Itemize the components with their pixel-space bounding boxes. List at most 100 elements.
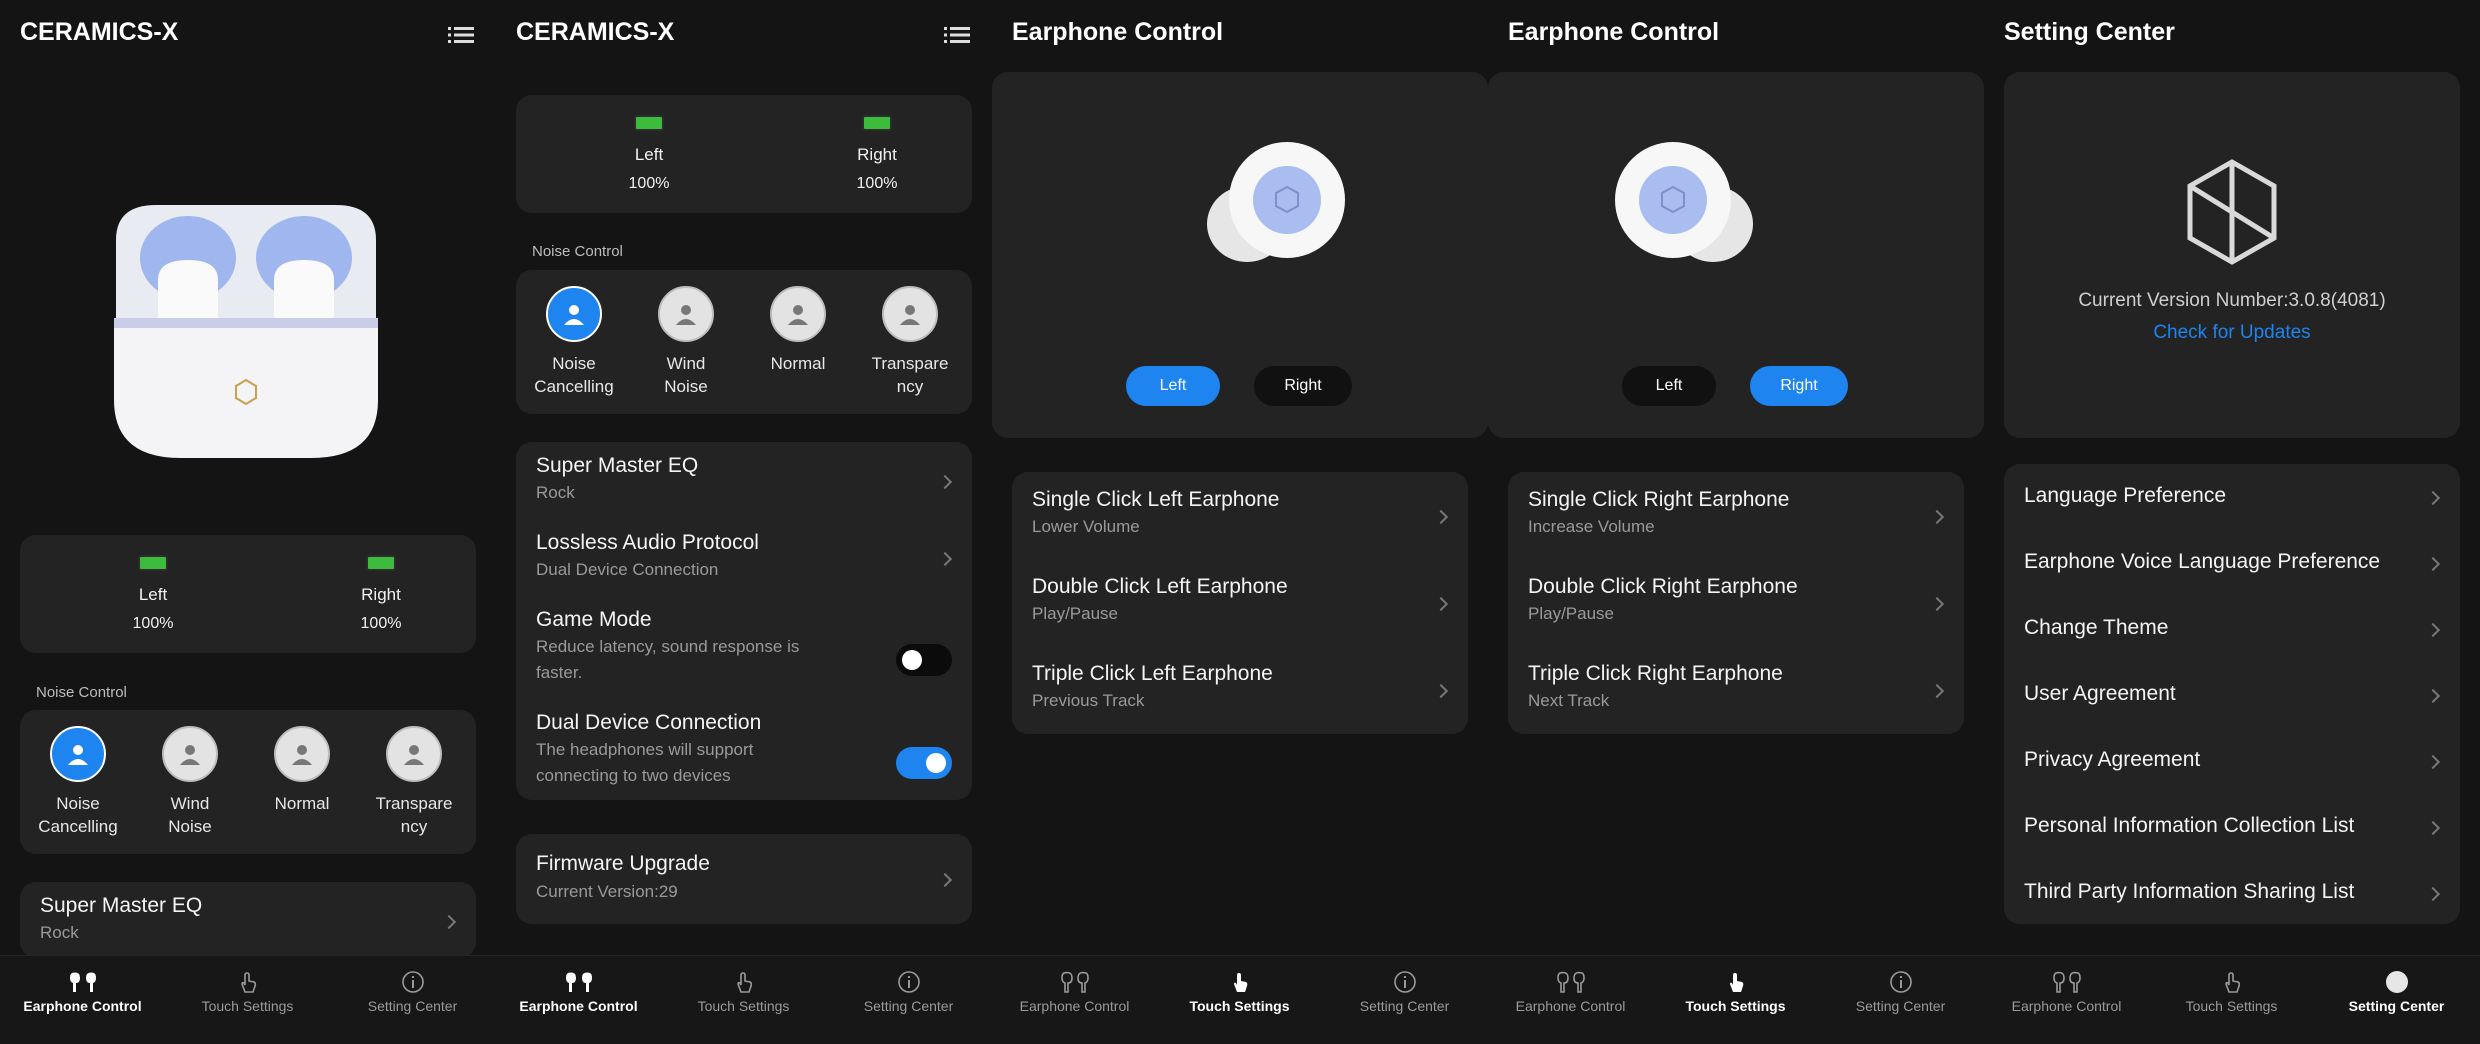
game-mode-row: Game Mode Reduce latency, sound response… <box>516 596 972 699</box>
game-mode-desc: Reduce latency, sound response is <box>536 637 800 656</box>
left-side-button[interactable]: Left <box>1126 366 1220 406</box>
nav-label: Setting Center <box>1359 998 1450 1014</box>
eq-card[interactable]: Super Master EQ Rock <box>20 882 476 958</box>
left-battery-label: Left <box>634 145 664 164</box>
nav-setting-center[interactable]: Setting Center <box>1818 970 1983 1014</box>
touch-action-title: Double Click Right Earphone <box>1528 575 1798 598</box>
nav-earphone-control[interactable]: Earphone Control <box>1488 970 1653 1014</box>
nav-label: Earphone Control <box>1019 998 1130 1014</box>
noise-cancelling-option[interactable]: Noise Cancelling <box>519 286 629 398</box>
nav-label: Setting Center <box>367 998 458 1014</box>
noise-control-label: Noise Control <box>532 243 623 260</box>
earphone-icon <box>69 972 96 992</box>
nav-setting-center[interactable]: Setting Center <box>330 970 495 1014</box>
battery-icon <box>366 555 396 571</box>
touch-row[interactable]: Double Click Right Earphone Play/Pause <box>1508 559 1964 646</box>
firmware-card[interactable]: Firmware Upgrade Current Version:29 <box>516 834 972 924</box>
nc-label: Noise <box>664 377 708 396</box>
right-battery-percent: 100% <box>360 615 402 632</box>
right-touch-card: Single Click Right Earphone Increase Vol… <box>1508 472 1964 734</box>
normal-option[interactable]: Normal <box>247 726 357 815</box>
settings-row[interactable]: Privacy Agreement <box>2004 728 2460 794</box>
nav-label: Touch Settings <box>1685 998 1786 1014</box>
noise-control-label: Noise Control <box>36 684 127 701</box>
nav-setting-center[interactable]: Setting Center <box>826 970 991 1014</box>
eq-value: Rock <box>40 923 79 942</box>
touch-row[interactable]: Single Click Left Earphone Lower Volume <box>1012 472 1468 559</box>
left-battery: Left 100% <box>98 555 208 633</box>
nav-earphone-control[interactable]: Earphone Control <box>1984 970 2149 1014</box>
nc-label: Noise <box>552 354 596 373</box>
nc-label: Wind <box>170 794 210 813</box>
eq-row[interactable]: Super Master EQ Rock <box>516 442 972 519</box>
transparency-option[interactable]: Transpare ncy <box>855 286 965 398</box>
panel-touch-right: Earphone Control Left Right Single Click… <box>1488 0 1984 1044</box>
check-updates-link[interactable]: Check for Updates <box>2004 322 2460 344</box>
settings-row[interactable]: Change Theme <box>2004 596 2460 662</box>
noise-control-card: Noise Cancelling Wind Noise Normal Trans… <box>516 270 972 414</box>
earbuds-case-image <box>114 205 378 458</box>
firmware-version: Current Version:29 <box>536 882 678 901</box>
left-earbud-image <box>1207 142 1345 262</box>
nav-earphone-control[interactable]: Earphone Control <box>992 970 1157 1014</box>
nav-setting-center[interactable]: Setting Center <box>2314 970 2479 1014</box>
earphone-preview-card: Left Right <box>992 72 1488 438</box>
person-icon <box>770 286 826 342</box>
nav-earphone-control[interactable]: Earphone Control <box>496 970 661 1014</box>
touch-row[interactable]: Triple Click Right Earphone Next Track <box>1508 646 1964 733</box>
nc-label: Cancelling <box>38 817 118 836</box>
nav-earphone-control[interactable]: Earphone Control <box>0 970 165 1014</box>
firmware-title: Firmware Upgrade <box>536 852 710 875</box>
audio-settings-card: Super Master EQ Rock Lossless Audio Prot… <box>516 442 972 800</box>
settings-row[interactable]: Third Party Information Sharing List <box>2004 860 2460 924</box>
right-battery-label: Right <box>361 585 401 604</box>
settings-row[interactable]: User Agreement <box>2004 662 2460 728</box>
chevron-right-icon <box>2425 688 2441 704</box>
page-title: Earphone Control <box>1012 18 1224 46</box>
nav-label: Earphone Control <box>1515 998 1626 1014</box>
settings-row[interactable]: Earphone Voice Language Preference <box>2004 530 2460 596</box>
left-side-button[interactable]: Left <box>1622 366 1716 406</box>
right-side-button[interactable]: Right <box>1750 366 1848 406</box>
nav-touch-settings[interactable]: Touch Settings <box>1157 970 1322 1014</box>
nav-label: Setting Center <box>2348 998 2445 1014</box>
nc-label: ncy <box>896 377 924 396</box>
dual-device-toggle[interactable] <box>896 747 952 779</box>
nav-touch-settings[interactable]: Touch Settings <box>1653 970 1818 1014</box>
page-title: Setting Center <box>2004 18 2175 46</box>
touch-row[interactable]: Triple Click Left Earphone Previous Trac… <box>1012 646 1468 733</box>
dual-device-desc: The headphones will support <box>536 740 754 759</box>
touch-row[interactable]: Double Click Left Earphone Play/Pause <box>1012 559 1468 646</box>
wind-person-icon <box>162 726 218 782</box>
chevron-right-icon <box>937 872 953 888</box>
list-menu-icon[interactable] <box>944 26 970 44</box>
touch-action-value: Previous Track <box>1032 691 1145 710</box>
battery-icon <box>138 555 168 571</box>
nav-touch-settings[interactable]: Touch Settings <box>165 970 330 1014</box>
noise-control-card: Noise Cancelling Wind Noise Normal Trans… <box>20 710 476 854</box>
touch-action-value: Play/Pause <box>1032 604 1118 623</box>
noise-cancelling-option[interactable]: Noise Cancelling <box>23 726 133 838</box>
left-battery-percent: 100% <box>628 175 670 192</box>
version-card: Current Version Number:3.0.8(4081) Check… <box>2004 72 2460 438</box>
chevron-right-icon <box>2425 490 2441 506</box>
list-menu-icon[interactable] <box>448 26 474 44</box>
touch-action-title: Triple Click Right Earphone <box>1528 662 1783 685</box>
nav-setting-center[interactable]: Setting Center <box>1322 970 1487 1014</box>
wind-noise-option[interactable]: Wind Noise <box>135 726 245 838</box>
wind-noise-option[interactable]: Wind Noise <box>631 286 741 398</box>
settings-row[interactable]: Language Preference <box>2004 464 2460 530</box>
lossless-row[interactable]: Lossless Audio Protocol Dual Device Conn… <box>516 519 972 596</box>
settings-row[interactable]: Personal Information Collection List <box>2004 794 2460 860</box>
touch-row[interactable]: Single Click Right Earphone Increase Vol… <box>1508 472 1964 559</box>
nav-touch-settings[interactable]: Touch Settings <box>2149 970 2314 1014</box>
nav-touch-settings[interactable]: Touch Settings <box>661 970 826 1014</box>
transparency-option[interactable]: Transpare ncy <box>359 726 469 838</box>
right-side-button[interactable]: Right <box>1254 366 1352 406</box>
hand-touch-icon <box>2224 972 2240 993</box>
battery-icon <box>862 115 892 131</box>
chevron-right-icon <box>1929 683 1945 699</box>
normal-option[interactable]: Normal <box>743 286 853 375</box>
game-mode-toggle[interactable] <box>896 644 952 676</box>
app-title: CERAMICS-X <box>516 18 675 46</box>
